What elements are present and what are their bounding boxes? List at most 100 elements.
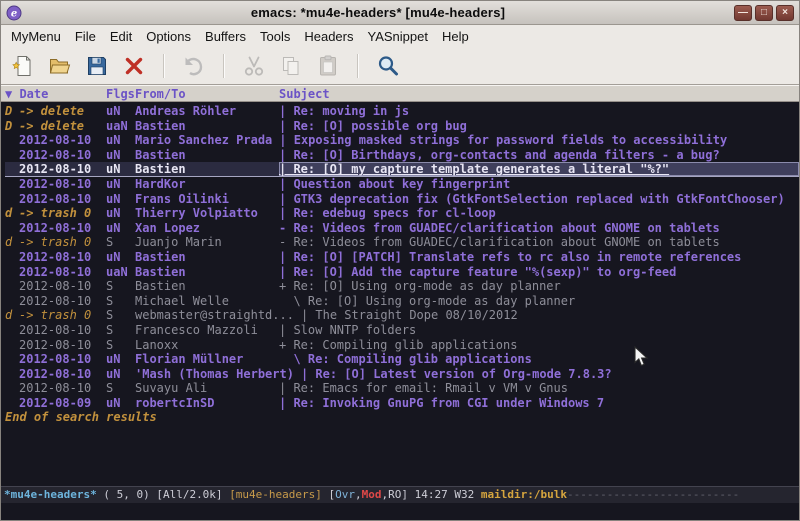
cut-button xyxy=(237,51,271,81)
menu-buffers[interactable]: Buffers xyxy=(198,26,253,47)
header-col-subject[interactable]: Subject xyxy=(279,87,330,101)
modeline-count: [All/2.0k] xyxy=(156,488,222,501)
message-row[interactable]: 2012-08-10uNBastien| Re: [O] my capture … xyxy=(5,162,799,177)
emacs-frame: e emacs: *mu4e-headers* [mu4e-headers] —… xyxy=(0,0,800,521)
menu-mymenu[interactable]: MyMenu xyxy=(4,26,68,47)
message-from: Mario Sanchez Prada xyxy=(135,133,272,148)
message-row[interactable]: 2012-08-10uN'Mash (Thomas Herbert)| Re: … xyxy=(5,367,799,382)
new-file-button[interactable] xyxy=(6,51,40,81)
message-mark xyxy=(5,381,19,396)
message-from: Francesco Mazzoli xyxy=(135,323,272,338)
message-row[interactable]: 2012-08-10uNMario Sanchez Prada| Exposin… xyxy=(5,133,799,148)
message-row[interactable]: 2012-08-10SLanoxx + Re: Compiling glib ap… xyxy=(5,338,799,353)
message-mark xyxy=(5,133,19,148)
close-button[interactable]: × xyxy=(776,5,794,21)
message-flags: uaN xyxy=(106,265,135,280)
message-row[interactable]: d-> trash 0uNThierry Volpiatto| Re: edeb… xyxy=(5,206,799,221)
message-date: 2012-08-10 xyxy=(19,338,106,353)
header-col-flags[interactable]: Flgs xyxy=(106,87,135,101)
message-row[interactable]: d-> trash 0Swebmaster@straightd...| The … xyxy=(5,308,799,323)
message-row[interactable]: 2012-08-10SBastien+ Re: [O] Using org-mo… xyxy=(5,279,799,294)
menu-headers[interactable]: Headers xyxy=(297,26,360,47)
message-flags: uN xyxy=(106,221,135,236)
message-flags: S xyxy=(106,279,135,294)
message-subject: | Re: [O] Birthdays, org-contacts and ag… xyxy=(279,148,799,163)
message-flags: uN xyxy=(106,162,135,176)
message-date: -> delete xyxy=(19,119,106,134)
message-row[interactable]: 2012-08-10uNBastien| Re: [O] [PATCH] Tra… xyxy=(5,250,799,265)
message-subject: | Re: [O] [PATCH] Translate refs to rc a… xyxy=(279,250,799,265)
header-col-date[interactable]: ▼ Date xyxy=(5,87,106,101)
message-row[interactable]: 2012-08-10uNXan Lopez- Re: Videos from G… xyxy=(5,221,799,236)
paste-button xyxy=(311,51,345,81)
message-flags: uN xyxy=(106,148,135,163)
menu-file[interactable]: File xyxy=(68,26,103,47)
message-flags: uN xyxy=(106,177,135,192)
message-row[interactable]: 2012-08-10uNFlorian Müllner \ Re: Compil… xyxy=(5,352,799,367)
toolbar-separator xyxy=(223,54,225,78)
message-row[interactable]: D-> deleteuNAndreas Röhler| Re: moving i… xyxy=(5,104,799,119)
header-col-from[interactable]: From/To xyxy=(135,87,279,101)
title-bar[interactable]: e emacs: *mu4e-headers* [mu4e-headers] —… xyxy=(1,1,799,25)
minimize-button[interactable]: — xyxy=(734,5,752,21)
message-date: 2012-08-10 xyxy=(19,133,106,148)
open-file-button[interactable] xyxy=(43,51,77,81)
message-subject: | Re: Invoking GnuPG from CGI under Wind… xyxy=(279,396,799,411)
message-from: HardKor xyxy=(135,177,272,192)
menu-edit[interactable]: Edit xyxy=(103,26,139,47)
message-flags: S xyxy=(106,338,135,353)
echo-area[interactable] xyxy=(1,503,799,520)
close-buffer-button[interactable] xyxy=(117,51,151,81)
message-from: Lanoxx xyxy=(135,338,272,353)
toolbar-separator xyxy=(357,54,359,78)
menu-help[interactable]: Help xyxy=(435,26,476,47)
message-date: -> trash 0 xyxy=(19,308,106,323)
headers-buffer[interactable]: D-> deleteuNAndreas Röhler| Re: moving i… xyxy=(1,102,799,486)
message-row[interactable]: 2012-08-10uNFrans Oilinki| GTK3 deprecat… xyxy=(5,192,799,207)
message-flags: S xyxy=(106,308,135,323)
message-mark xyxy=(5,338,19,353)
message-row[interactable]: 2012-08-10uNHardKor| Question about key … xyxy=(5,177,799,192)
message-flags: uaN xyxy=(106,119,135,134)
open-file-icon xyxy=(48,54,72,78)
message-row[interactable]: 2012-08-09uNrobertcInSD| Re: Invoking Gn… xyxy=(5,396,799,411)
message-subject: | Exposing masked strings for password f… xyxy=(279,133,799,148)
maximize-button[interactable]: □ xyxy=(755,5,773,21)
search-button[interactable] xyxy=(371,51,405,81)
menu-tools[interactable]: Tools xyxy=(253,26,297,47)
modeline-position: ( 5, 0) xyxy=(103,488,149,501)
modeline-buffer-name: *mu4e-headers* xyxy=(4,488,97,501)
save-button[interactable] xyxy=(80,51,114,81)
paste-icon xyxy=(316,54,340,78)
undo-icon xyxy=(182,54,206,78)
mode-line[interactable]: *mu4e-headers* ( 5, 0) [All/2.0k] [mu4e-… xyxy=(1,486,799,503)
message-from: Bastien xyxy=(135,250,272,265)
message-row[interactable]: d-> trash 0SJuanjo Marin- Re: Videos fro… xyxy=(5,235,799,250)
message-subject: | Re: Emacs for email: Rmail v VM v Gnus xyxy=(279,381,799,396)
message-subject: | Re: edebug specs for cl-loop xyxy=(279,206,799,221)
message-subject: \ Re: Compiling glib applications xyxy=(279,352,799,367)
modeline-major-mode: [mu4e-headers] xyxy=(229,488,322,501)
message-date: -> trash 0 xyxy=(19,206,106,221)
message-from: Andreas Röhler xyxy=(135,104,272,119)
message-row[interactable]: 2012-08-10SMichael Welle \ Re: [O] Using… xyxy=(5,294,799,309)
message-row[interactable]: 2012-08-10uaNBastien| Re: [O] Add the ca… xyxy=(5,265,799,280)
message-from: Thierry Volpiatto xyxy=(135,206,272,221)
message-row[interactable]: D-> deleteuaNBastien| Re: [O] possible o… xyxy=(5,119,799,134)
message-row[interactable]: 2012-08-10uNBastien| Re: [O] Birthdays, … xyxy=(5,148,799,163)
message-subject: + Re: [O] Using org-mode as day planner xyxy=(279,279,799,294)
message-mark xyxy=(5,250,19,265)
menu-yasnippet[interactable]: YASnippet xyxy=(360,26,434,47)
message-subject: + Re: Compiling glib applications xyxy=(279,338,799,353)
message-row[interactable]: 2012-08-10SFrancesco Mazzoli| Slow NNTP … xyxy=(5,323,799,338)
modeline-maildir: maildir:/bulk xyxy=(481,488,567,501)
modeline-status-close: ] xyxy=(401,488,408,501)
search-icon xyxy=(376,54,400,78)
copy-button xyxy=(274,51,308,81)
window-controls: —□× xyxy=(734,5,794,21)
menu-options[interactable]: Options xyxy=(139,26,198,47)
message-from: Xan Lopez xyxy=(135,221,272,236)
message-from: Bastien xyxy=(135,148,272,163)
message-from: robertcInSD xyxy=(135,396,272,411)
message-row[interactable]: 2012-08-10SSuvayu Ali| Re: Emacs for ema… xyxy=(5,381,799,396)
